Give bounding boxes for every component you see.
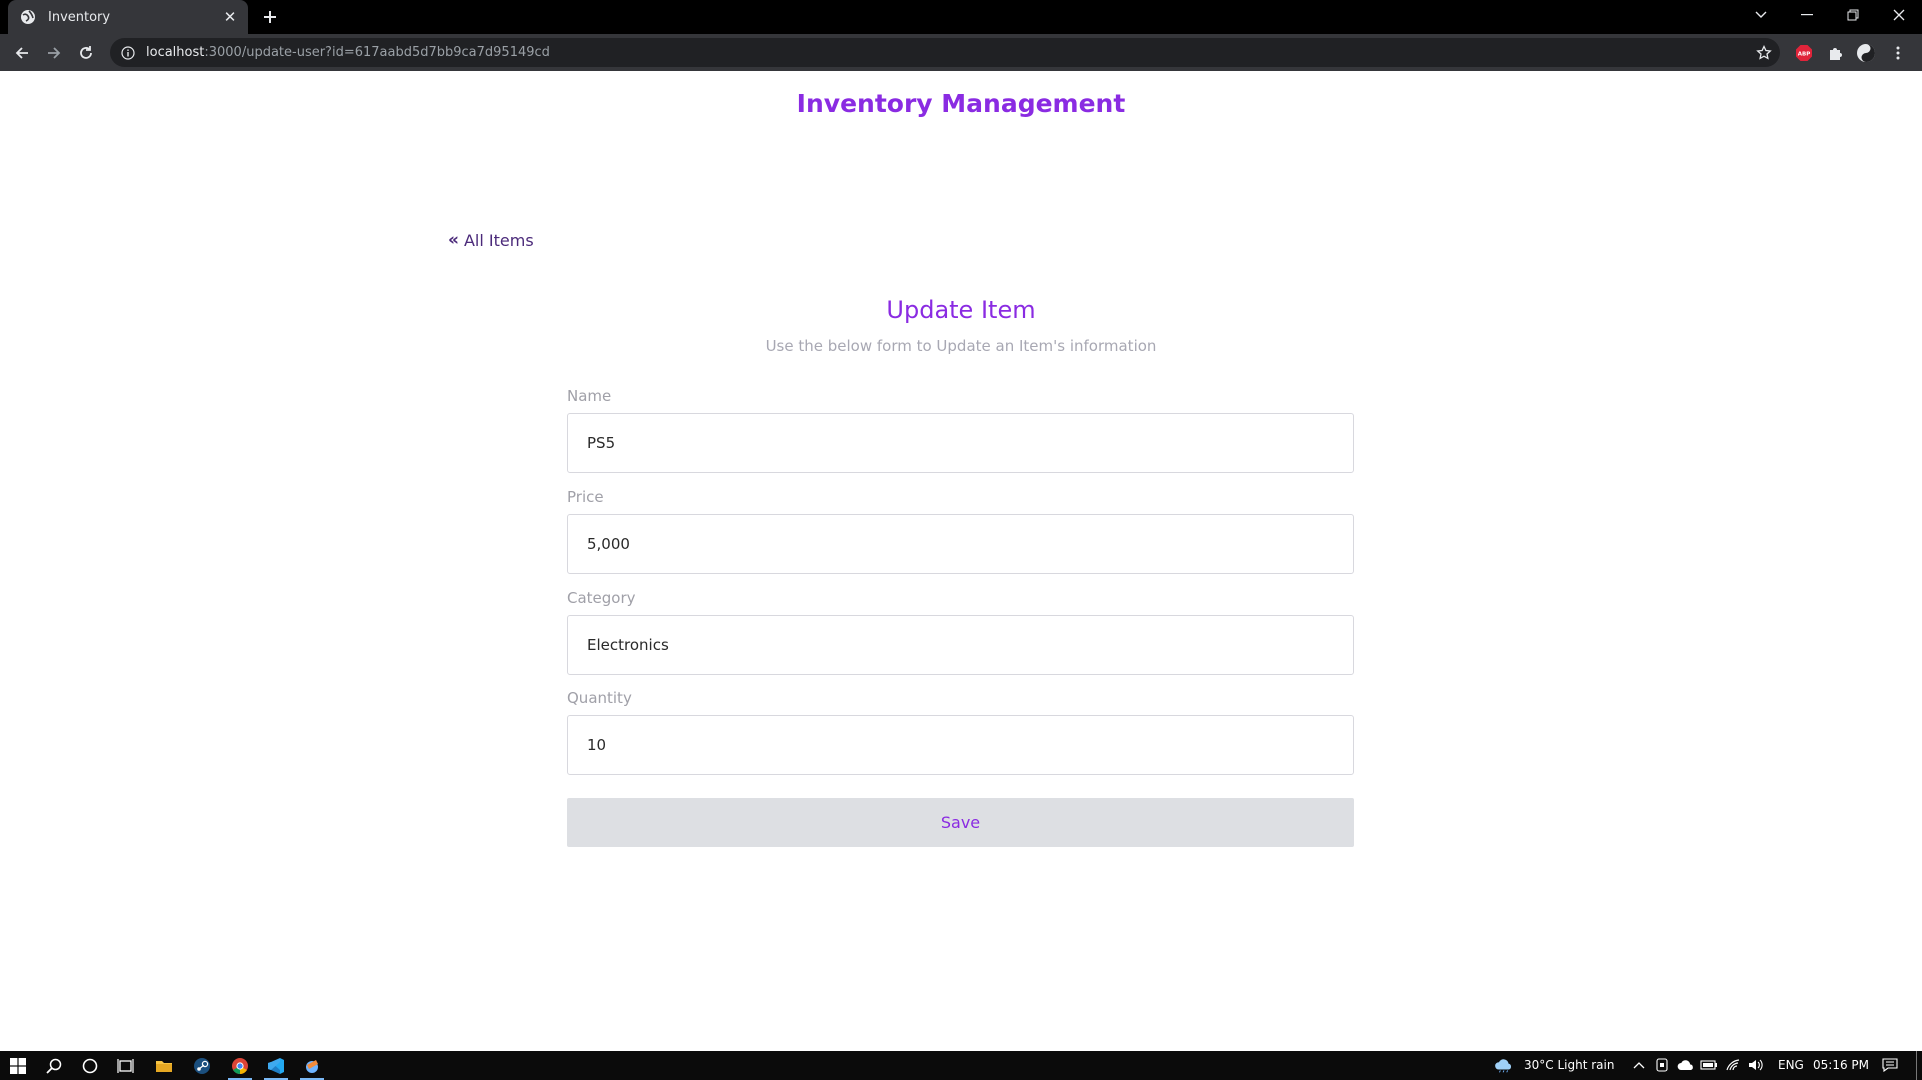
globe-icon xyxy=(20,9,36,25)
url-text: localhost:3000/update-user?id=617aabd5d7… xyxy=(146,45,550,60)
profile-avatar-icon[interactable] xyxy=(1854,41,1878,65)
os-taskbar: 30°C Light rain ENG 05:16 PM xyxy=(0,1051,1922,1080)
svg-text:ABP: ABP xyxy=(1798,52,1810,58)
task-view-icon[interactable] xyxy=(108,1051,144,1080)
back-arrow-icon[interactable] xyxy=(10,41,34,65)
close-tab-icon[interactable]: ✕ xyxy=(222,8,238,26)
restore-button[interactable] xyxy=(1830,0,1876,30)
notification-icon[interactable] xyxy=(1880,1055,1900,1075)
site-info-icon[interactable] xyxy=(120,45,136,61)
chevron-up-icon[interactable] xyxy=(1629,1055,1649,1075)
category-label: Category xyxy=(567,589,636,607)
page-content: Inventory Management « All Items Update … xyxy=(0,71,1922,1051)
minimize-button[interactable] xyxy=(1784,0,1830,30)
browser-tab-strip: Inventory ✕ xyxy=(0,0,1922,34)
url-path: :3000/update-user?id=617aabd5d7bb9ca7d95… xyxy=(204,45,550,60)
form-subtitle: Use the below form to Update an Item's i… xyxy=(765,337,1157,355)
form-title: Update Item xyxy=(886,296,1036,324)
cortana-icon[interactable] xyxy=(72,1051,108,1080)
app-brand-title[interactable]: Inventory Management xyxy=(0,89,1922,118)
forward-arrow-icon[interactable] xyxy=(42,41,66,65)
weather-text[interactable]: 30°C Light rain xyxy=(1524,1058,1614,1072)
puzzle-extensions-icon[interactable] xyxy=(1824,41,1848,65)
search-icon[interactable] xyxy=(36,1051,72,1080)
windows-start-icon[interactable] xyxy=(0,1051,36,1080)
quantity-label: Quantity xyxy=(567,689,632,707)
address-bar[interactable]: localhost:3000/update-user?id=617aabd5d7… xyxy=(110,38,1780,67)
tab-search-icon[interactable] xyxy=(1738,0,1784,30)
onedrive-cloud-icon[interactable] xyxy=(1676,1055,1696,1075)
new-tab-button[interactable] xyxy=(259,6,281,28)
price-input[interactable] xyxy=(567,514,1354,574)
app-taskbar-icon[interactable] xyxy=(294,1051,330,1080)
weather-cloud-icon[interactable] xyxy=(1494,1055,1514,1075)
battery-icon[interactable] xyxy=(1699,1055,1719,1075)
all-items-link[interactable]: « All Items xyxy=(448,230,534,250)
name-input[interactable] xyxy=(567,413,1354,473)
adblock-extension-icon[interactable]: ABP xyxy=(1792,41,1816,65)
file-explorer-icon[interactable] xyxy=(146,1051,182,1080)
category-input[interactable] xyxy=(567,615,1354,675)
bookmark-star-icon[interactable] xyxy=(1752,41,1776,65)
save-button[interactable]: Save xyxy=(567,798,1354,847)
reload-icon[interactable] xyxy=(74,41,98,65)
browser-toolbar: localhost:3000/update-user?id=617aabd5d7… xyxy=(0,34,1922,71)
show-desktop-divider[interactable] xyxy=(1916,1051,1917,1080)
double-chevron-left-icon: « xyxy=(448,230,459,250)
quantity-input[interactable] xyxy=(567,715,1354,775)
language-indicator[interactable]: ENG xyxy=(1778,1058,1804,1072)
url-host: localhost xyxy=(146,45,205,60)
wifi-icon[interactable] xyxy=(1723,1055,1743,1075)
steam-icon[interactable] xyxy=(184,1051,220,1080)
all-items-label: All Items xyxy=(463,230,534,250)
price-label: Price xyxy=(567,488,604,506)
chrome-taskbar-icon[interactable] xyxy=(222,1051,258,1080)
browser-tab[interactable]: Inventory ✕ xyxy=(8,0,248,34)
meet-now-icon[interactable] xyxy=(1652,1055,1672,1075)
more-menu-icon[interactable] xyxy=(1886,41,1910,65)
clock-time[interactable]: 05:16 PM xyxy=(1813,1058,1869,1072)
name-label: Name xyxy=(567,387,612,405)
volume-icon[interactable] xyxy=(1746,1055,1766,1075)
close-window-button[interactable] xyxy=(1876,0,1922,30)
vscode-icon[interactable] xyxy=(258,1051,294,1080)
tab-title: Inventory xyxy=(48,9,111,25)
